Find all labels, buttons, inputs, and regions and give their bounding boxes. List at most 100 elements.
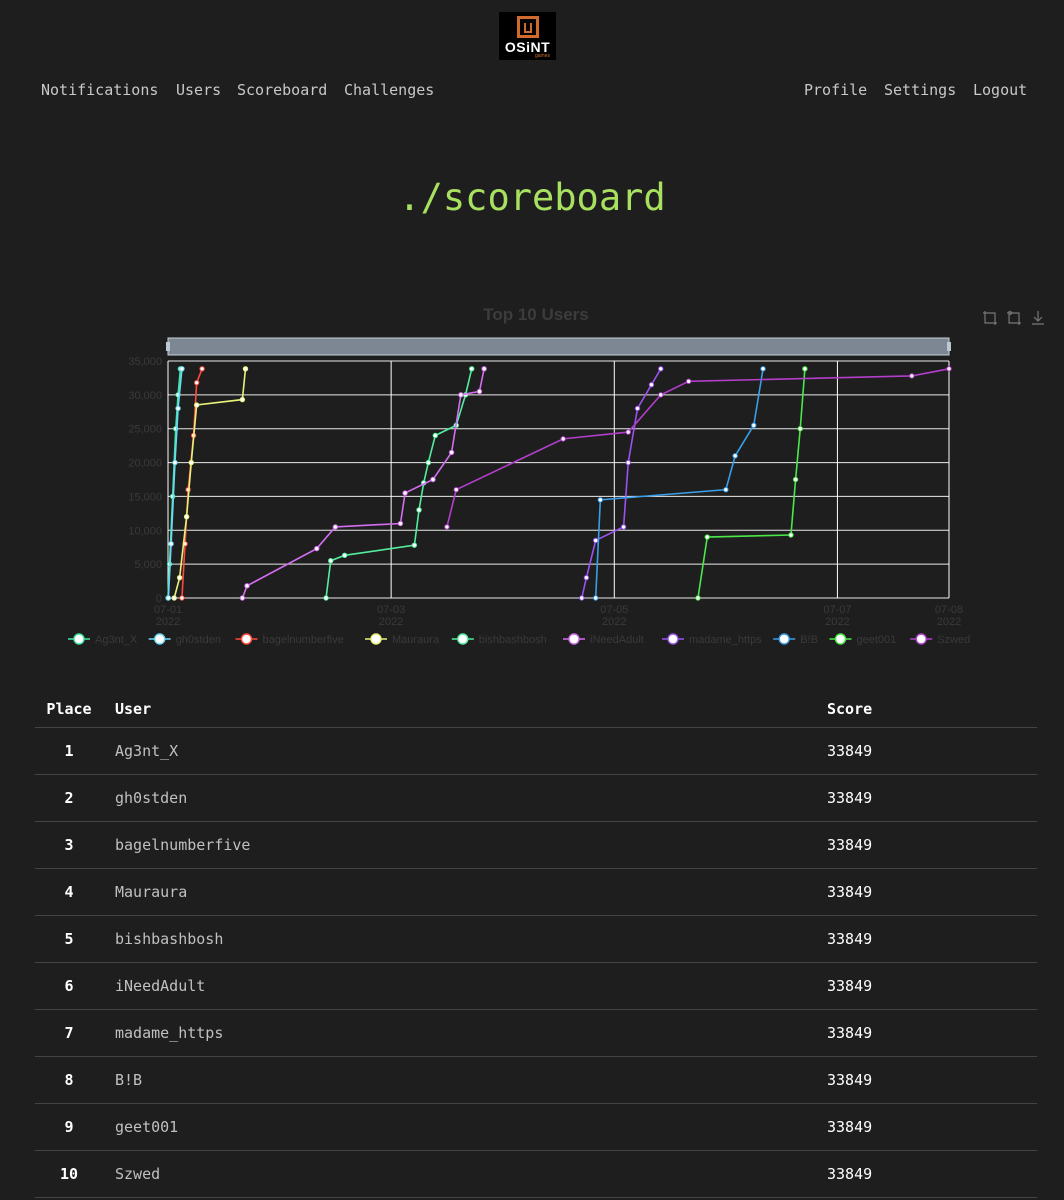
data-point xyxy=(397,520,404,527)
nav-challenges[interactable]: Challenges xyxy=(344,81,434,99)
legend-label: B!B xyxy=(800,634,818,646)
legend-label: Szwed xyxy=(937,634,970,646)
place-cell: 3 xyxy=(35,821,103,869)
score-cell: 33849 xyxy=(827,1103,1037,1151)
legend-marker xyxy=(834,633,847,645)
legend-marker xyxy=(915,633,927,645)
chart-legend[interactable]: Ag3nt_X gh0stden bagelnumberfive Mauraura bi… xyxy=(68,633,970,646)
data-point xyxy=(453,486,459,493)
chart-lines xyxy=(165,366,952,601)
data-point xyxy=(341,552,348,559)
legend-label: iNeedAdult xyxy=(590,634,644,646)
legend-label: bishbashbosh xyxy=(479,634,547,646)
user-link[interactable]: bishbashbosh xyxy=(103,915,827,963)
table-row: 10 Szwed 33849 xyxy=(35,1150,1037,1198)
data-point xyxy=(244,583,250,589)
place-cell: 6 xyxy=(35,962,103,1010)
x-tick-label: 07-08 xyxy=(935,604,963,616)
series-line-gh0stden xyxy=(167,368,183,599)
zoom-icon[interactable] xyxy=(982,310,998,326)
score-cell: 33849 xyxy=(827,962,1037,1010)
data-point xyxy=(751,422,757,429)
download-icon[interactable] xyxy=(1030,310,1046,326)
data-point xyxy=(332,524,339,530)
data-point xyxy=(704,534,710,540)
nav-settings[interactable]: Settings xyxy=(884,81,956,99)
legend-label: Mauraura xyxy=(392,634,440,646)
nav-profile[interactable]: Profile xyxy=(804,81,867,99)
table-row: 5 bishbashbosh 33849 xyxy=(35,915,1037,963)
data-point xyxy=(179,595,185,601)
data-point xyxy=(239,595,246,601)
legend-item[interactable]: gh0stden xyxy=(148,633,221,646)
restore-icon[interactable] xyxy=(1006,310,1022,326)
nav-scoreboard[interactable]: Scoreboard xyxy=(237,81,327,99)
data-point xyxy=(175,405,181,412)
series-line-Mauraura xyxy=(173,368,247,599)
user-link[interactable]: gh0stden xyxy=(103,774,827,822)
user-link[interactable]: madame_https xyxy=(103,1009,827,1057)
data-point xyxy=(579,595,585,601)
table-row: 1 Ag3nt_X 33849 xyxy=(35,727,1037,775)
legend-item[interactable]: Ag3nt_X xyxy=(68,633,138,646)
legend-label: bagelnumberfive xyxy=(263,634,344,646)
x-tick-label: 07-03 xyxy=(377,604,405,616)
legend-item[interactable]: madame_https xyxy=(662,633,762,646)
x-tick-year-label: 2022 xyxy=(602,616,626,628)
nav-logout[interactable]: Logout xyxy=(973,81,1027,99)
place-cell: 4 xyxy=(35,868,103,916)
data-point xyxy=(469,366,475,372)
data-point xyxy=(476,388,483,395)
legend-item[interactable]: bishbashbosh xyxy=(451,633,547,646)
legend-item[interactable]: bagelnumberfive xyxy=(235,633,344,646)
legend-item[interactable]: geet001 xyxy=(829,633,897,646)
nav-notifications[interactable]: Notifications xyxy=(41,81,158,99)
score-cell: 33849 xyxy=(827,1150,1037,1198)
data-point xyxy=(323,595,329,601)
legend-item[interactable]: Szwed xyxy=(910,633,970,646)
score-cell: 33849 xyxy=(827,821,1037,869)
legend-item[interactable]: Mauraura xyxy=(365,633,440,646)
y-axis: 05,00010,00015,00020,00025,00030,00035,0… xyxy=(128,356,162,605)
data-point xyxy=(432,432,439,439)
series-line-bishbashbosh xyxy=(325,368,473,599)
scoreboard-table: Place User Score 1 Ag3nt_X 33849 2 gh0stden… xyxy=(35,690,1037,1198)
data-point xyxy=(658,392,664,398)
data-point xyxy=(172,459,178,466)
legend-item[interactable]: B!B xyxy=(773,633,818,646)
user-link[interactable]: Szwed xyxy=(103,1150,827,1198)
user-link[interactable]: bagelnumberfive xyxy=(103,821,827,869)
data-point xyxy=(430,476,436,483)
data-point xyxy=(792,476,799,483)
score-cell: 33849 xyxy=(827,727,1037,775)
user-link[interactable]: Mauraura xyxy=(103,868,827,916)
legend-item[interactable]: iNeedAdult xyxy=(563,633,644,646)
logo-subtext: games xyxy=(534,53,550,59)
site-logo[interactable]: OSiNT games xyxy=(499,12,556,60)
data-point xyxy=(165,595,172,601)
x-tick-label: 07-01 xyxy=(154,604,182,616)
data-point xyxy=(625,429,631,435)
user-link[interactable]: B!B xyxy=(103,1056,827,1104)
datazoom-slider[interactable] xyxy=(166,337,951,356)
user-header: User xyxy=(103,690,827,728)
nav-users[interactable]: Users xyxy=(176,81,221,99)
place-cell: 2 xyxy=(35,774,103,822)
data-point xyxy=(193,379,200,386)
user-link[interactable]: geet001 xyxy=(103,1103,827,1151)
data-point xyxy=(425,459,432,466)
table-row: 8 B!B 33849 xyxy=(35,1056,1037,1104)
page-title: ./scoreboard xyxy=(398,176,666,219)
data-point xyxy=(402,490,408,496)
user-link[interactable]: Ag3nt_X xyxy=(103,727,827,775)
score-cell: 33849 xyxy=(827,774,1037,822)
data-point xyxy=(625,459,631,466)
data-point xyxy=(592,595,599,601)
series-line-madame_https xyxy=(580,368,662,599)
user-link[interactable]: iNeedAdult xyxy=(103,962,827,1010)
legend-marker xyxy=(667,633,679,645)
data-point xyxy=(723,486,729,493)
table-row: 3 bagelnumberfive 33849 xyxy=(35,821,1037,869)
data-point xyxy=(458,392,464,398)
data-point xyxy=(199,366,205,372)
